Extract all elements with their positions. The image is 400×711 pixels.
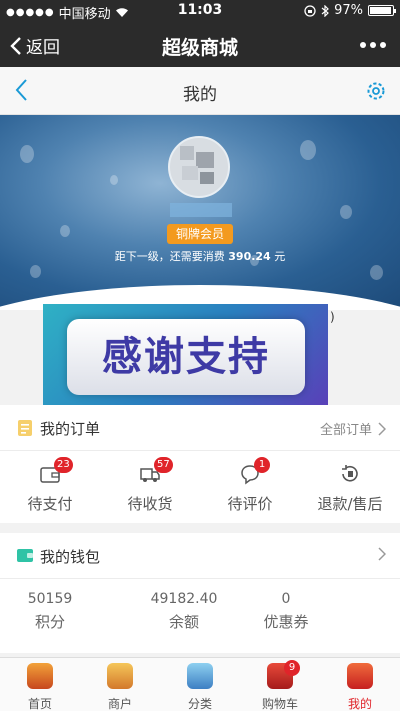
status-bar: ●●●●● 中国移动 11:03 97% xyxy=(0,0,400,22)
wallet-card: 我的钱包 50159 积分 49182.40 余额 0 优惠券 xyxy=(0,533,400,653)
home-icon xyxy=(27,663,53,689)
nickname-redacted xyxy=(170,203,232,217)
wallet-coupons[interactable]: 0 优惠券 xyxy=(236,579,336,653)
avatar[interactable] xyxy=(168,136,230,198)
order-pending-payment[interactable]: 23 待支付 xyxy=(0,451,100,523)
wallet-link[interactable] xyxy=(378,547,386,561)
wallet-title: 我的钱包 xyxy=(40,548,101,566)
category-icon xyxy=(187,663,213,689)
order-pending-receipt[interactable]: 57 待收货 xyxy=(100,451,200,523)
tab-home[interactable]: 首页 xyxy=(0,658,80,711)
all-orders-link[interactable]: 全部订单 xyxy=(320,419,386,438)
tab-label: 购物车 xyxy=(261,697,298,711)
bottom-tab-bar: 首页 商户 分类 9 购物车 我的 xyxy=(0,657,400,711)
wallet-balance[interactable]: 49182.40 余额 xyxy=(134,579,234,653)
support-banner: 感谢支持 xyxy=(43,304,328,414)
wallet-header[interactable]: 我的钱包 xyxy=(0,533,400,579)
tab-label: 分类 xyxy=(187,697,212,711)
order-count-badge: 57 xyxy=(154,457,173,473)
battery-icon xyxy=(368,5,396,16)
wallet-points[interactable]: 50159 积分 xyxy=(0,579,100,653)
orders-card: 我的订单 全部订单 23 待支付 57 待收货 1 待评价 退款/售后 xyxy=(0,405,400,523)
wallet-label: 优惠券 xyxy=(263,613,309,631)
tab-label: 我的 xyxy=(347,697,372,711)
tab-profile[interactable]: 我的 xyxy=(320,658,400,711)
battery-percent: 97% xyxy=(334,3,363,18)
chevron-right-icon xyxy=(378,421,386,436)
cart-count-badge: 9 xyxy=(284,660,300,676)
gear-icon xyxy=(367,82,385,100)
orders-header[interactable]: 我的订单 全部订单 xyxy=(0,405,400,451)
order-label: 待收货 xyxy=(127,495,173,513)
tab-cart[interactable]: 9 购物车 xyxy=(240,658,320,711)
order-count-badge: 1 xyxy=(254,457,270,473)
order-label: 待评价 xyxy=(227,495,273,513)
tab-merchant[interactable]: 商户 xyxy=(80,658,160,711)
order-pending-review[interactable]: 1 待评价 xyxy=(200,451,300,523)
member-level-badge: 铜牌会员 xyxy=(167,224,233,244)
support-edge-mark: ) xyxy=(330,310,335,324)
next-level-text: 距下一级，还需要消费 390.24 元 xyxy=(114,250,286,263)
wallet-icon xyxy=(17,549,33,562)
more-menu-button[interactable] xyxy=(360,42,386,48)
page-header: 我的 xyxy=(0,67,400,115)
tab-category[interactable]: 分类 xyxy=(160,658,240,711)
tab-label: 商户 xyxy=(107,697,132,711)
support-banner-text: 感谢支持 xyxy=(67,319,305,395)
wallet-label: 积分 xyxy=(34,613,65,631)
order-count-badge: 23 xyxy=(54,457,73,473)
settings-button[interactable] xyxy=(364,79,388,107)
wallet-label: 余额 xyxy=(168,613,199,631)
page-title: 我的 xyxy=(183,85,217,105)
rotation-lock-icon xyxy=(304,4,316,17)
chevron-right-icon xyxy=(378,547,386,561)
order-list-icon xyxy=(18,420,32,436)
order-label: 退款/售后 xyxy=(317,495,383,513)
wechat-nav-bar: 返回 超级商城 xyxy=(0,22,400,67)
wallet-value: 50159 xyxy=(27,591,73,607)
order-refund[interactable]: 退款/售后 xyxy=(300,451,400,523)
wallet-value: 0 xyxy=(281,591,291,607)
refund-icon xyxy=(342,465,358,482)
wallet-value: 49182.40 xyxy=(150,591,218,607)
profile-icon xyxy=(347,663,373,689)
bluetooth-icon xyxy=(321,4,329,17)
wechat-title: 超级商城 xyxy=(161,37,238,59)
merchant-icon xyxy=(107,663,133,689)
orders-title: 我的订单 xyxy=(40,420,101,438)
order-label: 待支付 xyxy=(27,495,73,513)
next-level-amount: 390.24 xyxy=(228,250,271,263)
tab-label: 首页 xyxy=(27,697,52,711)
